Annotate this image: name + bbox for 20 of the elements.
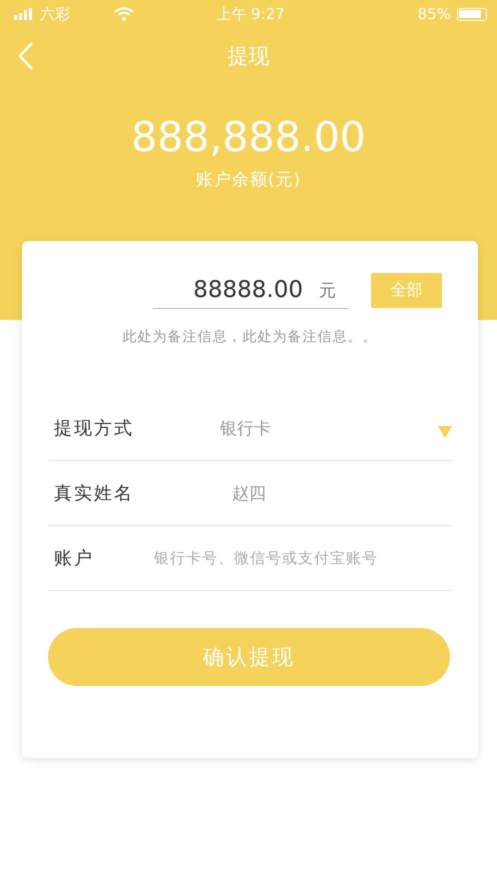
status-time: 上午 9:27 xyxy=(216,4,285,24)
dropdown-icon xyxy=(438,426,452,438)
field-label: 提现方式 xyxy=(54,417,135,440)
currency-unit: 元 xyxy=(319,280,336,302)
method-dropdown[interactable]: 银行卡 xyxy=(220,416,452,440)
battery-percent: 85% xyxy=(418,5,451,23)
carrier-name: 六彩 xyxy=(40,4,70,24)
page-title: 提现 xyxy=(228,43,270,70)
field-label: 真实姓名 xyxy=(54,482,135,505)
amount-input[interactable]: 88888.00 xyxy=(153,277,303,303)
back-icon xyxy=(18,41,34,71)
field-label: 账户 xyxy=(54,547,95,570)
balance-label: 账户余额(元) xyxy=(196,169,302,191)
confirm-button[interactable]: 确认提现 xyxy=(48,628,450,686)
all-button[interactable]: 全部 xyxy=(371,273,442,308)
note-text: 此处为备注信息，此处为备注信息。。 xyxy=(122,328,378,346)
battery-icon xyxy=(456,8,487,20)
balance-amount: 888,888.00 xyxy=(131,112,366,162)
field-value: 赵四 xyxy=(232,482,266,504)
wifi-icon xyxy=(114,7,134,21)
